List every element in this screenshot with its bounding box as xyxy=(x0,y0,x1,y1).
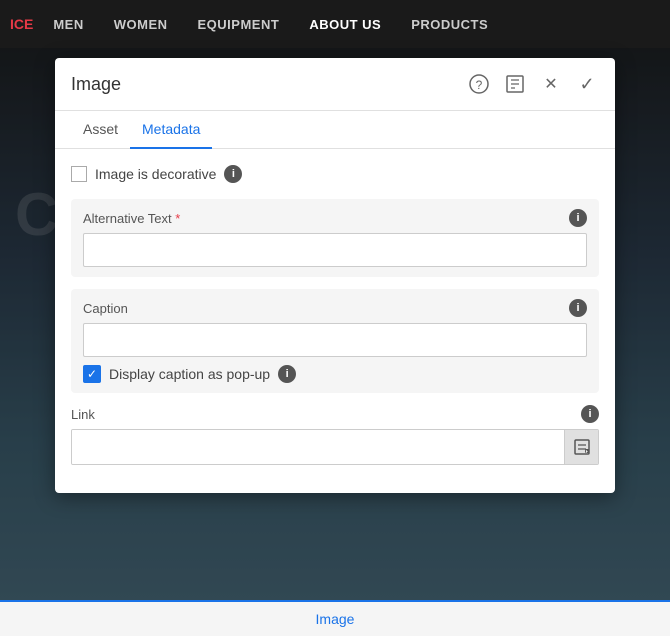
alt-text-section: Alternative Text * i xyxy=(71,199,599,277)
modal: Image ? ✕ ✓ Asset xyxy=(55,58,615,493)
modal-tabs: Asset Metadata xyxy=(55,111,615,149)
alt-text-label: Alternative Text * xyxy=(83,211,180,226)
caption-section: Caption i ✓ Display caption as pop-up i xyxy=(71,289,599,393)
modal-body: Image is decorative i Alternative Text *… xyxy=(55,149,615,493)
caption-popup-row: ✓ Display caption as pop-up i xyxy=(83,365,587,383)
nav-item-women[interactable]: WOMEN xyxy=(114,17,168,32)
caption-label: Caption xyxy=(83,301,128,316)
navbar: ICE MEN WOMEN EQUIPMENT ABOUT US PRODUCT… xyxy=(0,0,670,48)
modal-overlay: Image ? ✕ ✓ Asset xyxy=(0,48,670,600)
nav-item-equipment[interactable]: EQUIPMENT xyxy=(198,17,280,32)
caption-info-icon[interactable]: i xyxy=(569,299,587,317)
modal-header: Image ? ✕ ✓ xyxy=(55,58,615,111)
nav-brand: ICE xyxy=(10,16,33,32)
link-section: Link i xyxy=(71,405,599,465)
nav-item-products[interactable]: PRODUCTS xyxy=(411,17,488,32)
alt-text-input[interactable] xyxy=(83,233,587,267)
decorative-checkbox-row: Image is decorative i xyxy=(71,165,599,183)
alt-text-header: Alternative Text * i xyxy=(83,209,587,227)
decorative-checkbox[interactable] xyxy=(71,166,87,182)
required-star: * xyxy=(172,211,181,226)
caption-popup-info-icon[interactable]: i xyxy=(278,365,296,383)
modal-header-icons: ? ✕ ✓ xyxy=(467,72,599,96)
tab-asset[interactable]: Asset xyxy=(71,111,130,149)
decorative-info-icon[interactable]: i xyxy=(224,165,242,183)
svg-text:?: ? xyxy=(476,78,483,92)
link-browse-button[interactable] xyxy=(564,430,598,464)
link-info-icon[interactable]: i xyxy=(581,405,599,423)
link-header: Link i xyxy=(71,405,599,423)
confirm-icon[interactable]: ✓ xyxy=(575,72,599,96)
link-input[interactable] xyxy=(72,430,564,464)
caption-header: Caption i xyxy=(83,299,587,317)
bottom-bar-label: Image xyxy=(316,611,355,627)
caption-input[interactable] xyxy=(83,323,587,357)
modal-title: Image xyxy=(71,74,121,95)
link-label: Link xyxy=(71,407,95,422)
nav-item-about[interactable]: ABOUT US xyxy=(309,17,381,32)
tab-metadata[interactable]: Metadata xyxy=(130,111,212,149)
caption-popup-checkbox[interactable]: ✓ xyxy=(83,365,101,383)
nav-item-men[interactable]: MEN xyxy=(53,17,83,32)
expand-icon[interactable] xyxy=(503,72,527,96)
nav-items: MEN WOMEN EQUIPMENT ABOUT US PRODUCTS xyxy=(53,17,488,32)
close-icon[interactable]: ✕ xyxy=(539,72,563,96)
caption-popup-label: Display caption as pop-up xyxy=(109,366,270,382)
help-icon[interactable]: ? xyxy=(467,72,491,96)
decorative-label: Image is decorative xyxy=(95,166,216,182)
link-input-row xyxy=(71,429,599,465)
alt-text-info-icon[interactable]: i xyxy=(569,209,587,227)
bottom-bar: Image xyxy=(0,600,670,636)
